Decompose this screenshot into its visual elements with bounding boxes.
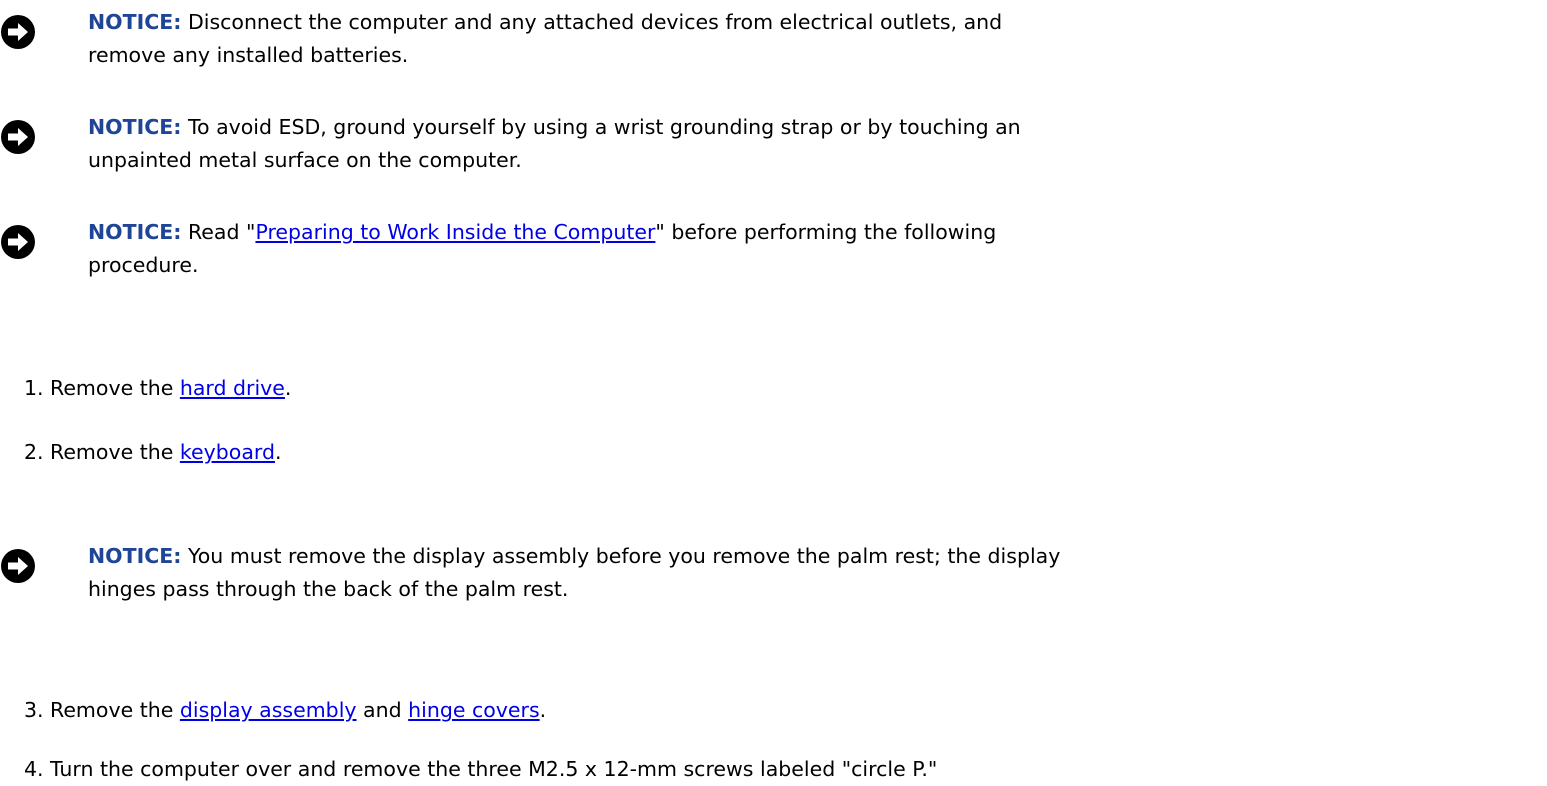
step-number: 1. bbox=[24, 376, 44, 400]
step-text: Turn the computer over and remove the th… bbox=[50, 757, 938, 781]
step-item: 3. Remove the display assembly and hinge … bbox=[24, 694, 546, 727]
notice-disconnect: NOTICE: Disconnect the computer and any … bbox=[0, 6, 1530, 72]
display-assembly-link[interactable]: display assembly bbox=[180, 698, 357, 722]
notice-arrow-icon bbox=[1, 15, 35, 49]
notice-label: NOTICE: bbox=[88, 115, 182, 139]
notice-arrow-icon bbox=[1, 225, 35, 259]
notice-body-continued: remove any installed batteries. bbox=[88, 43, 409, 67]
notice-label: NOTICE: bbox=[88, 220, 182, 244]
notice-body: You must remove the display assembly bef… bbox=[181, 544, 1061, 568]
notice-label: NOTICE: bbox=[88, 544, 182, 568]
step-text: Remove the bbox=[50, 376, 180, 400]
notice-esd: NOTICE: To avoid ESD, ground yourself by… bbox=[0, 111, 1530, 177]
hard-drive-link[interactable]: hard drive bbox=[180, 376, 285, 400]
notice-body: Disconnect the computer and any attached… bbox=[181, 10, 1003, 34]
notice-body-continued: unpainted metal surface on the computer. bbox=[88, 148, 522, 172]
step-text-end: . bbox=[539, 698, 547, 722]
notice-arrow-icon bbox=[1, 549, 35, 583]
preparing-to-work-link[interactable]: Preparing to Work Inside the Computer bbox=[255, 220, 655, 244]
notice-arrow-icon bbox=[1, 120, 35, 154]
step-item: 1. Remove the hard drive. bbox=[24, 372, 291, 405]
notice-display-assembly: NOTICE: You must remove the display asse… bbox=[0, 540, 1530, 606]
notice-text: NOTICE: Disconnect the computer and any … bbox=[88, 6, 1002, 72]
hinge-covers-link[interactable]: hinge covers bbox=[408, 698, 540, 722]
keyboard-link[interactable]: keyboard bbox=[180, 440, 275, 464]
notice-body: To avoid ESD, ground yourself by using a… bbox=[181, 115, 1021, 139]
notice-body-continued: procedure. bbox=[88, 253, 199, 277]
step-item: 2. Remove the keyboard. bbox=[24, 436, 282, 469]
notice-body: " before performing the following bbox=[655, 220, 997, 244]
step-text: Remove the bbox=[50, 440, 180, 464]
notice-body-continued: hinges pass through the back of the palm… bbox=[88, 577, 569, 601]
notice-text: NOTICE: You must remove the display asse… bbox=[88, 540, 1060, 606]
notice-text: NOTICE: To avoid ESD, ground yourself by… bbox=[88, 111, 1021, 177]
step-text-end: . bbox=[274, 440, 282, 464]
notice-text: NOTICE: Read "Preparing to Work Inside t… bbox=[88, 216, 996, 282]
step-text: Remove the bbox=[50, 698, 180, 722]
step-text-mid: and bbox=[356, 698, 409, 722]
step-number: 2. bbox=[24, 440, 44, 464]
step-number: 3. bbox=[24, 698, 44, 722]
notice-preparing: NOTICE: Read "Preparing to Work Inside t… bbox=[0, 216, 1530, 282]
step-text-end: . bbox=[284, 376, 292, 400]
notice-body: Read " bbox=[181, 220, 256, 244]
step-number: 4. bbox=[24, 757, 44, 781]
step-item: 4. Turn the computer over and remove the … bbox=[24, 753, 937, 786]
notice-label: NOTICE: bbox=[88, 10, 182, 34]
